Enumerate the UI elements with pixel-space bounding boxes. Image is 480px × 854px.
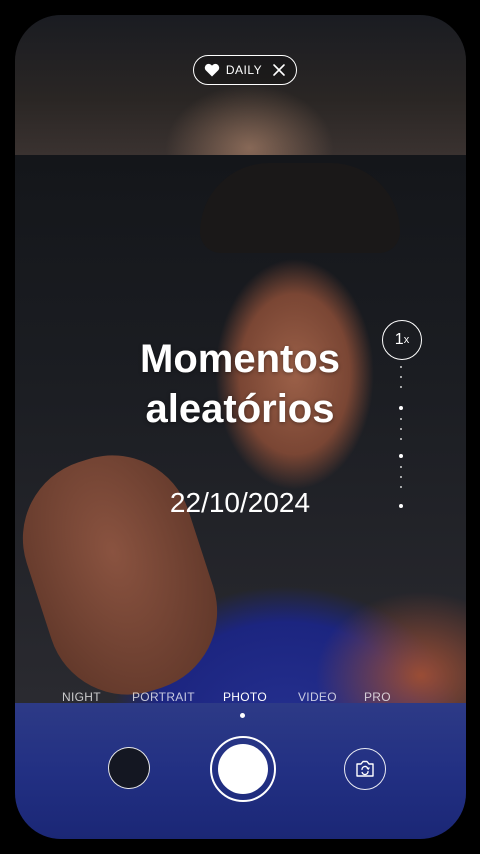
zoom-slider[interactable]: [399, 366, 403, 510]
subject-hair: [200, 163, 400, 253]
flip-camera-button[interactable]: [344, 748, 386, 790]
flip-camera-icon: [356, 760, 374, 777]
mode-pro[interactable]: PRO: [364, 690, 391, 704]
mode-portrait[interactable]: PORTRAIT: [132, 690, 195, 704]
shutter-inner: [218, 744, 268, 794]
close-icon[interactable]: [272, 63, 286, 77]
gallery-thumbnail[interactable]: [108, 747, 150, 789]
mode-video[interactable]: VIDEO: [298, 690, 337, 704]
heart-icon: [204, 63, 220, 77]
zoom-value: 1: [394, 331, 404, 348]
daily-chip[interactable]: DAILY: [193, 55, 297, 85]
memory-date: 22/10/2024: [169, 487, 311, 518]
mode-photo[interactable]: PHOTO: [223, 690, 267, 704]
mode-night[interactable]: NIGHT: [62, 690, 101, 704]
top-preview-blur: [15, 15, 466, 155]
subject-arm: [15, 434, 238, 716]
camera-mode-selector: NIGHT PORTRAIT PHOTO VIDEO PRO: [0, 690, 480, 708]
zoom-unit: x: [403, 334, 410, 346]
active-mode-indicator: [240, 713, 245, 718]
daily-label: DAILY: [225, 63, 263, 77]
shutter-button[interactable]: [210, 736, 276, 802]
zoom-button[interactable]: 1x: [382, 320, 422, 360]
title-line-2: aleatórios: [145, 387, 335, 431]
